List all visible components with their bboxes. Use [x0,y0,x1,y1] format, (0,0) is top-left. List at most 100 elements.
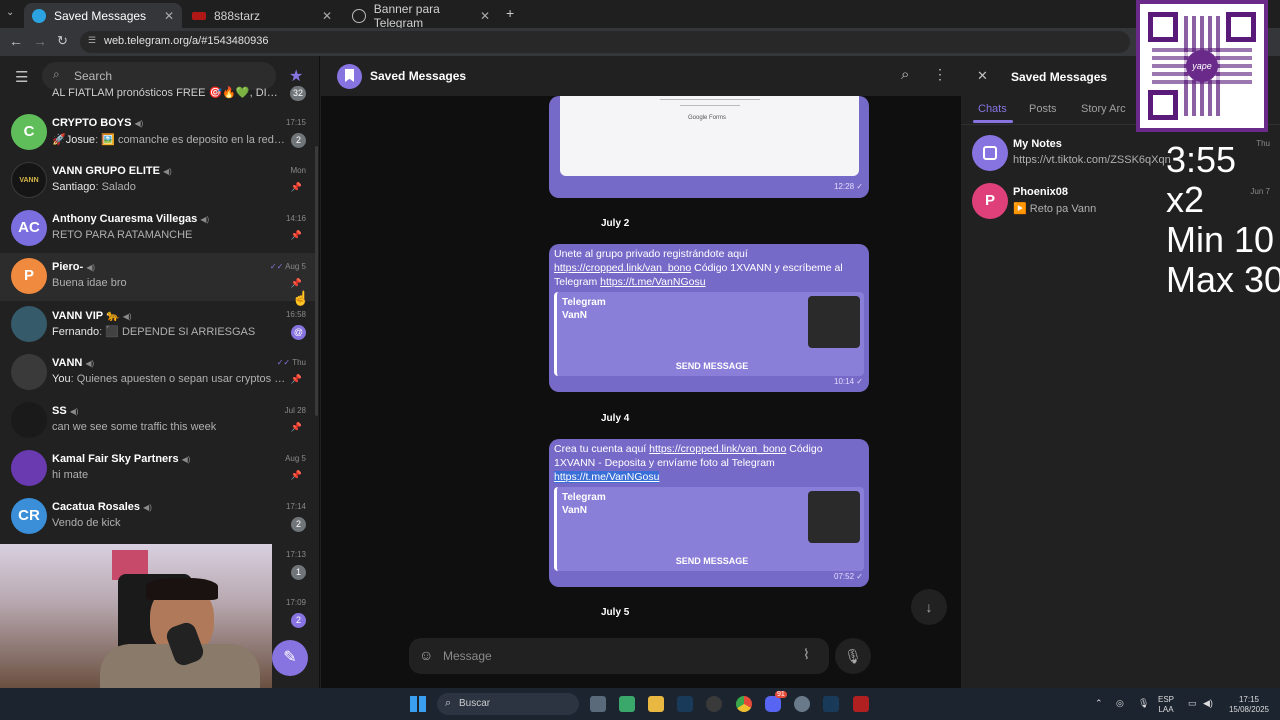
hand-cursor-icon: ☝ [292,290,310,306]
search-icon[interactable]: ⌕ [901,66,909,83]
message-time: 10:14 ✓ [834,377,863,386]
tray-chevron-icon[interactable]: ⌃ [1095,698,1103,708]
tab-posts[interactable]: Posts [1029,103,1057,115]
888starz-icon [192,11,206,20]
send-message-button[interactable]: SEND MESSAGE [557,359,867,373]
form-screenshot[interactable]: Google Forms [560,96,859,176]
scroll-down-button[interactable]: ↓ [911,589,947,625]
chat-time: 14:16 [285,214,306,223]
overlay-min: Min 10 [1166,219,1275,260]
message-link[interactable]: https://t.me/VanNGosu [600,276,705,288]
voice-record-button[interactable]: 🎙 [835,638,871,674]
tab-888starz[interactable]: 888starz ✕ [184,3,340,28]
tab-banner[interactable]: Banner para Telegram ✕ [344,2,498,30]
chat-time: 17:09 [285,598,306,607]
message-link-selected[interactable]: https://t.me/VanNGosu [554,471,660,483]
link-preview[interactable]: Telegram VanN SEND MESSAGE [554,487,864,571]
message-bubble[interactable]: Crea tu cuenta aquí https://cropped.link… [549,439,869,587]
muted-icon: ◀) [86,263,96,272]
unread-badge: 1 [291,565,306,580]
notepad-icon[interactable] [619,696,635,712]
tab-list-chevron-icon[interactable]: ⌄ [6,7,14,18]
close-icon[interactable]: ✕ [322,9,332,23]
settings-icon[interactable] [794,696,810,712]
file-explorer-icon[interactable] [648,696,664,712]
link-preview[interactable]: Telegram VanN SEND MESSAGE [554,292,864,376]
obs-icon[interactable] [706,696,722,712]
chat-item-vann-vip[interactable]: VANN VIP 🐆 ◀) Fernando: ⬛ DEPENDE SI ARRI… [0,301,316,349]
tray-mic-icon[interactable]: 🎙 [1138,698,1149,708]
more-options-icon[interactable]: ⋮ [933,66,947,83]
avatar: C [11,114,47,150]
forward-icon[interactable]: → [33,33,47,49]
tab-chats[interactable]: Chats [978,103,1007,115]
close-icon[interactable]: ✕ [480,9,490,23]
message-placeholder: Message [443,649,492,663]
saved-messages-avatar[interactable] [337,64,362,89]
steam-icon-2[interactable] [823,696,839,712]
chat-area: Saved Messages ⌕ ⋮ Google Forms 12:28 ✓ … [321,56,961,688]
chat-item-cacatua[interactable]: CR Cacatua Rosales ◀) Vendo de kick 17:14… [0,493,316,541]
browser-tab-bar: ⌄ Saved Messages ✕ 888starz ✕ Banner par… [0,0,1280,30]
chat-item-piero[interactable]: P Piero- ◀) Buena idae bro ✓✓ Aug 5 📌 [0,253,316,301]
form-footer-text: Google Forms [688,115,727,121]
windows-start-icon[interactable] [410,696,426,712]
url-input[interactable]: ☰ web.telegram.org/a/#1543480936 [80,31,1130,53]
steam-icon[interactable] [677,696,693,712]
preview-thumbnail [808,491,860,543]
pin-icon: 📌 [290,182,302,192]
message-bubble-form[interactable]: Google Forms 12:28 ✓ [549,96,869,198]
chat-title[interactable]: Saved Messages [370,69,466,83]
send-message-button[interactable]: SEND MESSAGE [557,554,867,568]
chat-item-kamal[interactable]: Kamal Fair Sky Partners ◀) hi mate Aug 5 … [0,445,316,493]
language-indicator[interactable]: ESP LAA [1158,695,1174,715]
unread-badge: 2 [291,133,306,148]
chat-item-vann[interactable]: VANN ◀) You: Quienes apuesten o sepan usa… [0,349,316,397]
back-icon[interactable]: ← [9,33,23,49]
message-text: Crea tu cuenta aquí https://cropped.link… [554,443,823,483]
new-message-button[interactable]: ✎ [272,640,308,676]
message-link[interactable]: https://cropped.link/van_bono [554,262,691,274]
chat-item-vann-grupo-elite[interactable]: VANN VANN GRUPO ELITE ◀) Santiago: Salado… [0,157,316,205]
avatar [11,306,47,342]
telegram-icon [32,8,46,23]
yape-qr-code: yape [1136,0,1268,132]
chat-item-anthony[interactable]: AC Anthony Cuaresma Villegas ◀) RETO PARA… [0,205,316,253]
message-bubble[interactable]: Unete al grupo privado registrándote aqu… [549,244,869,392]
site-info-icon[interactable]: ☰ [88,35,96,46]
message-link[interactable]: https://cropped.link/van_bono [649,443,786,455]
taskbar-search[interactable]: ⌕ Buscar [437,693,579,715]
avatar: P [11,258,47,294]
webcam-feed [0,544,272,688]
chat-item-crypto-boys[interactable]: C CRYPTO BOYS ◀) 🚀Josue: 🖼️ comanche es d… [0,109,316,157]
tab-story-archive[interactable]: Story Arc [1081,103,1126,115]
dota-icon[interactable] [853,696,869,712]
reload-icon[interactable]: ↻ [57,33,68,49]
chat-list-scrollbar[interactable] [315,146,318,416]
tray-app-icon[interactable]: ◎ [1116,698,1124,708]
chat-time: 16:58 [285,310,306,319]
chat-name: VANN GRUPO ELITE ◀) [52,165,172,177]
chat-name: VANN VIP 🐆 ◀) [52,310,132,322]
task-view-icon[interactable] [590,696,606,712]
attach-icon[interactable]: ⌇ [803,646,810,663]
network-icon[interactable]: ▭ [1188,698,1197,708]
close-icon[interactable]: ✕ [977,68,988,84]
new-tab-icon[interactable]: + [506,5,514,21]
tab-saved-messages[interactable]: Saved Messages ✕ [24,3,182,28]
notes-icon [983,146,997,160]
close-icon[interactable]: ✕ [164,9,174,23]
chrome-icon[interactable] [736,696,752,712]
discord-icon[interactable] [765,696,781,712]
volume-icon[interactable]: ◀) [1203,698,1213,708]
chat-item-ss[interactable]: SS ◀) can we see some traffic this week J… [0,397,316,445]
tab-label: Saved Messages [54,8,147,23]
chat-item-truncated[interactable]: AL FIATLAM pronósticos FREE 🎯🔥💚, DIG DE.… [0,80,316,102]
qr-finder [1148,90,1178,120]
emoji-icon[interactable]: ☺ [419,647,433,663]
muted-icon: ◀) [162,167,172,176]
webcam-person-hair [146,578,218,600]
discord-badge: 91 [775,691,787,698]
clock[interactable]: 17:15 15/08/2025 [1224,695,1274,715]
message-input[interactable]: ☺ Message ⌇ [409,638,829,674]
